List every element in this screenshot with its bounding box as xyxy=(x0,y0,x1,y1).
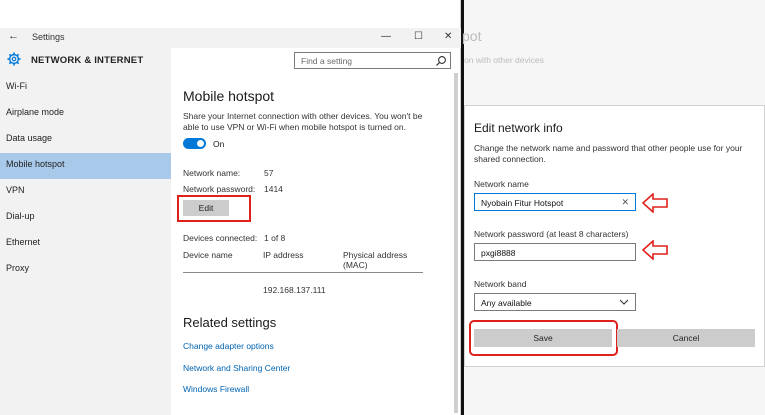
scrollbar[interactable] xyxy=(454,73,458,413)
edit-button[interactable]: Edit xyxy=(183,200,229,216)
toggle-knob xyxy=(197,140,204,147)
sidebar: NETWORK & INTERNET Wi-Fi Airplane mode D… xyxy=(0,48,171,415)
column-ip-address: IP address xyxy=(263,250,304,260)
search-placeholder: Find a setting xyxy=(301,56,353,66)
search-icon[interactable] xyxy=(435,55,447,67)
sidebar-item-ethernet[interactable]: Ethernet xyxy=(0,231,171,257)
link-windows-firewall[interactable]: Windows Firewall xyxy=(183,384,249,394)
hotspot-toggle[interactable] xyxy=(183,138,206,149)
sidebar-nav: Wi-Fi Airplane mode Data usage Mobile ho… xyxy=(0,75,171,283)
hotspot-description: Share your Internet connection with othe… xyxy=(183,111,423,132)
close-button[interactable]: ✕ xyxy=(444,31,452,42)
arrow-annotation-icon xyxy=(642,240,668,260)
sidebar-item-mobile-hotspot[interactable]: Mobile hotspot xyxy=(0,153,171,179)
network-band-select[interactable]: Any available xyxy=(474,293,636,311)
sidebar-title: NETWORK & INTERNET xyxy=(31,55,144,66)
save-button[interactable]: Save xyxy=(474,329,612,347)
maximize-button[interactable]: ☐ xyxy=(414,31,423,42)
sidebar-item-dial-up[interactable]: Dial-up xyxy=(0,205,171,231)
back-arrow-icon[interactable]: ← xyxy=(8,30,19,42)
sidebar-item-wifi[interactable]: Wi-Fi xyxy=(0,75,171,101)
title-bar: ← Settings — ☐ ✕ xyxy=(0,28,461,48)
page-title: Mobile hotspot xyxy=(183,88,275,104)
device-ip-address: 192.168.137.111 xyxy=(263,285,326,295)
network-name-field-label: Network name xyxy=(474,179,529,189)
hotspot-content: Mobile hotspot Share your Internet conne… xyxy=(171,73,453,415)
network-name-label: Network name: xyxy=(183,168,241,178)
network-password-input-value: pxgi8888 xyxy=(481,248,516,258)
sidebar-item-proxy[interactable]: Proxy xyxy=(0,257,171,283)
sidebar-item-vpn[interactable]: VPN xyxy=(0,179,171,205)
network-name-value: 57 xyxy=(264,168,274,178)
settings-window: ← Settings — ☐ ✕ NETWORK & INTERNET Wi-F… xyxy=(0,0,461,415)
column-device-name: Device name xyxy=(183,250,233,260)
column-physical-address: Physical address (MAC) xyxy=(343,250,408,270)
chevron-down-icon xyxy=(619,299,629,305)
network-password-input[interactable]: pxgi8888 xyxy=(474,243,636,261)
table-divider xyxy=(183,272,423,273)
arrow-annotation-icon xyxy=(642,193,668,213)
related-settings-title: Related settings xyxy=(183,315,277,330)
devices-connected-value: 1 of 8 xyxy=(264,233,286,243)
window-title: Settings xyxy=(32,32,65,42)
screenshot-root: ← Settings — ☐ ✕ NETWORK & INTERNET Wi-F… xyxy=(0,0,765,415)
dialog-description: Change the network name and password tha… xyxy=(474,143,743,164)
cancel-button[interactable]: Cancel xyxy=(617,329,755,347)
network-password-label: Network password: xyxy=(183,184,256,194)
background-subtitle: on with other devices xyxy=(464,55,544,65)
devices-connected-label: Devices connected: xyxy=(183,233,258,243)
search-input[interactable]: Find a setting xyxy=(294,52,451,69)
network-password-value: 1414 xyxy=(264,184,283,194)
link-network-sharing-center[interactable]: Network and Sharing Center xyxy=(183,363,290,373)
network-band-field-label: Network band xyxy=(474,279,527,289)
edit-network-dialog: Edit network info Change the network nam… xyxy=(464,105,765,367)
background-title: pot xyxy=(462,28,482,44)
dialog-title: Edit network info xyxy=(474,121,563,135)
toggle-label: On xyxy=(213,139,225,149)
gear-icon xyxy=(7,52,21,66)
sidebar-header: NETWORK & INTERNET xyxy=(0,50,171,72)
network-password-field-label: Network password (at least 8 characters) xyxy=(474,229,629,239)
sidebar-item-airplane-mode[interactable]: Airplane mode xyxy=(0,101,171,127)
clear-icon[interactable]: ✕ xyxy=(621,197,629,208)
link-change-adapter-options[interactable]: Change adapter options xyxy=(183,341,274,351)
network-name-input-value: Nyobain Fitur Hotspot xyxy=(481,198,564,208)
network-band-value: Any available xyxy=(481,298,532,308)
minimize-button[interactable]: — xyxy=(381,31,391,42)
network-name-input[interactable]: Nyobain Fitur Hotspot ✕ xyxy=(474,193,636,211)
dialog-panel: pot on with other devices Edit network i… xyxy=(462,0,765,415)
sidebar-item-data-usage[interactable]: Data usage xyxy=(0,127,171,153)
